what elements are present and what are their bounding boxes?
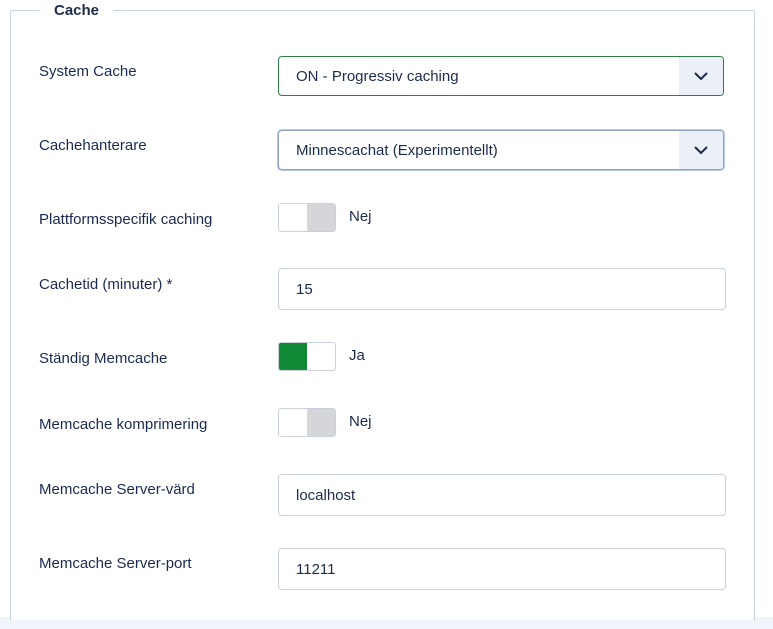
- toggle-knob: [307, 409, 335, 436]
- memcache-host-value: localhost: [296, 487, 356, 504]
- toggle-knob: [279, 343, 307, 370]
- toggle-knob: [307, 204, 335, 231]
- cache-handler-select[interactable]: Minnescachat (Experimentellt): [278, 130, 724, 170]
- cache-handler-value: Minnescachat (Experimentellt): [296, 142, 498, 159]
- platform-caching-label: Plattformsspecifik caching: [39, 211, 213, 228]
- memcache-compression-label: Memcache komprimering: [39, 416, 208, 433]
- memcache-host-input[interactable]: localhost: [278, 474, 726, 516]
- persistent-memcache-label: Ständig Memcache: [39, 350, 168, 367]
- persistent-memcache-state: Ja: [349, 347, 365, 364]
- persistent-memcache-toggle[interactable]: [278, 342, 336, 371]
- memcache-port-value: 11211: [296, 561, 336, 578]
- system-cache-select[interactable]: ON - Progressiv caching: [278, 56, 724, 96]
- cache-handler-label: Cachehanterare: [39, 137, 147, 154]
- system-cache-label: System Cache: [39, 63, 137, 80]
- memcache-port-label: Memcache Server-port: [39, 555, 192, 572]
- memcache-compression-toggle[interactable]: [278, 408, 336, 437]
- chevron-down-icon[interactable]: [679, 131, 723, 169]
- cache-time-label: Cachetid (minuter) *: [39, 276, 173, 293]
- page-background-strip: [0, 620, 773, 629]
- platform-caching-state: Nej: [349, 208, 372, 225]
- memcache-compression-state: Nej: [349, 413, 372, 430]
- cache-panel: Cache System Cache ON - Progressiv cachi…: [0, 0, 773, 622]
- cache-time-value: 15: [296, 281, 313, 298]
- memcache-host-label: Memcache Server-värd: [39, 481, 195, 498]
- memcache-port-input[interactable]: 11211: [278, 548, 726, 590]
- cache-fieldset: [10, 10, 755, 622]
- system-cache-value: ON - Progressiv caching: [296, 68, 459, 85]
- platform-caching-toggle[interactable]: [278, 203, 336, 232]
- cache-time-input[interactable]: 15: [278, 268, 726, 310]
- chevron-down-icon[interactable]: [679, 57, 723, 95]
- fieldset-legend: Cache: [40, 2, 114, 19]
